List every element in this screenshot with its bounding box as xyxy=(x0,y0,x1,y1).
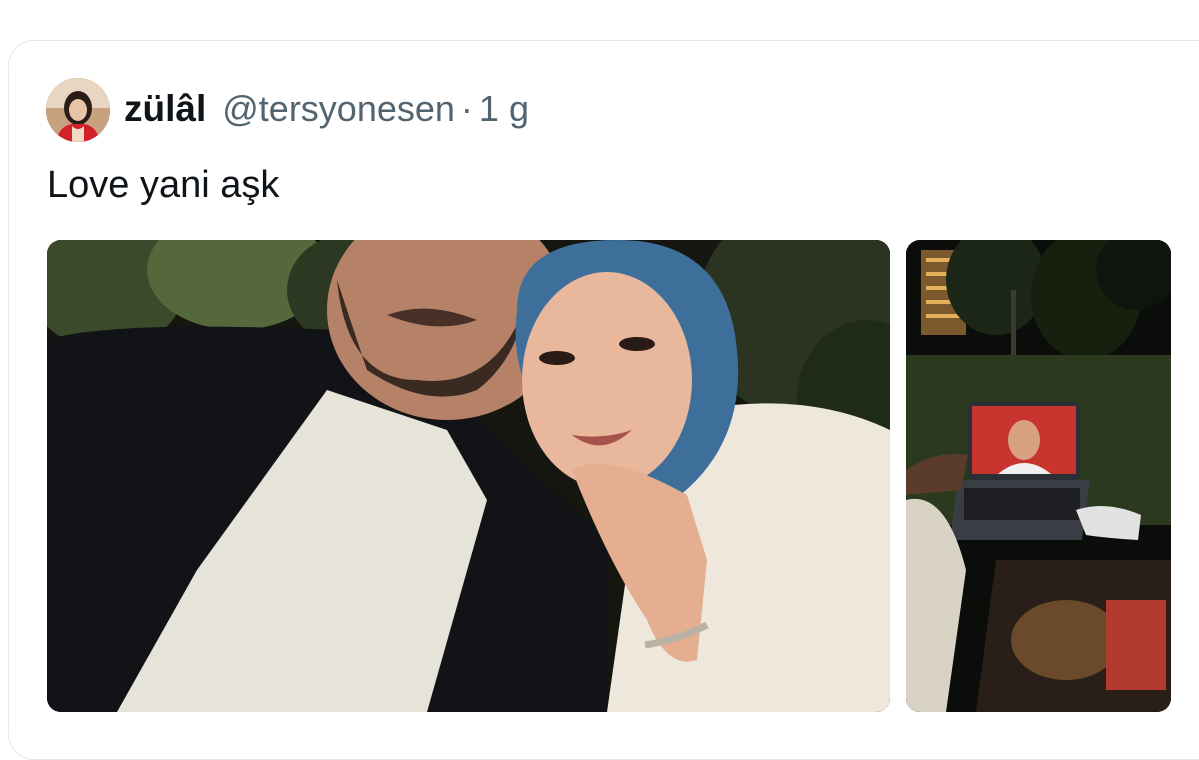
author-name[interactable]: zülâl xyxy=(124,88,206,130)
tweet-text: Love yani aşk xyxy=(47,164,280,206)
avatar[interactable] xyxy=(46,78,110,142)
author-handle[interactable]: @tersyonesen xyxy=(222,88,455,130)
timestamp[interactable]: 1 g xyxy=(479,88,529,130)
media-image-2[interactable] xyxy=(906,240,1171,712)
separator-dot: · xyxy=(460,88,473,129)
media-image-1[interactable] xyxy=(47,240,890,712)
tweet-header: zülâl @tersyonesen · 1 g xyxy=(124,84,529,134)
